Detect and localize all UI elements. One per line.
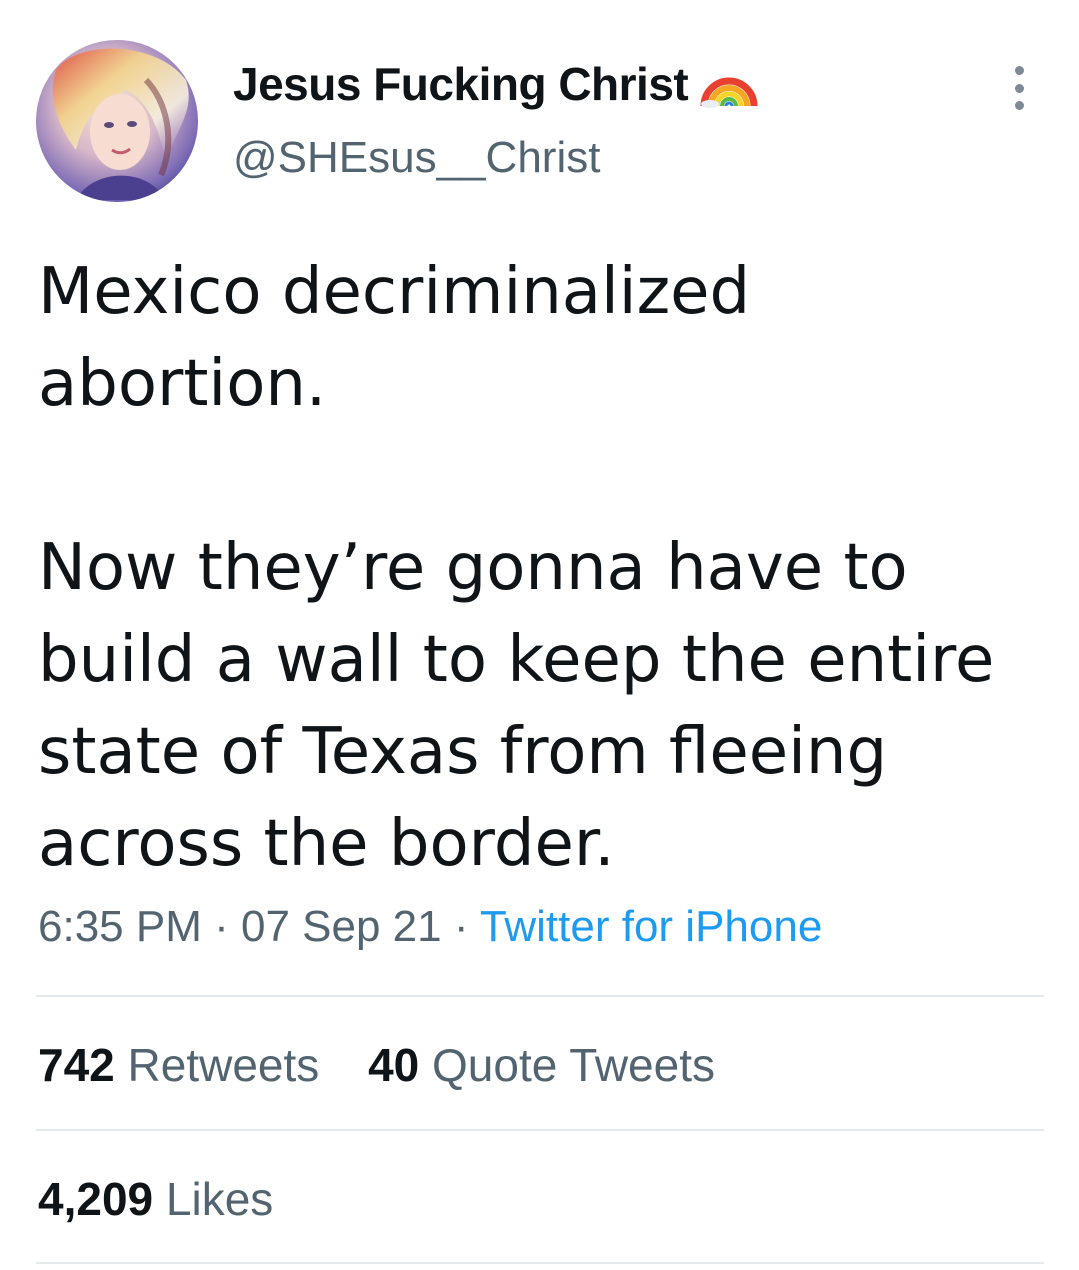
rainbow-icon: [700, 60, 758, 108]
engagement-stats: 742 Retweets 40 Quote Tweets: [38, 1038, 715, 1092]
meta-separator: ·: [201, 902, 241, 951]
divider: [36, 995, 1044, 997]
retweets-count: 742: [38, 1039, 115, 1091]
tweet-date[interactable]: 07 Sep 21: [241, 902, 442, 951]
quote-tweets-count: 40: [368, 1039, 420, 1091]
tweet-text-line: Mexico decriminalized: [38, 255, 751, 329]
tweet-meta: 6:35 PM · 07 Sep 21 · Twitter for iPhone: [38, 902, 822, 952]
avatar-illustration: [36, 40, 198, 202]
tweet-container: Jesus Fucking Christ @SHEsus__Christ Mex…: [0, 0, 1079, 1270]
tweet-text: Mexico decriminalized abortion. Now they…: [38, 246, 1048, 890]
tweet-text-line: abortion.: [38, 347, 327, 421]
quote-tweets-stat[interactable]: 40 Quote Tweets: [368, 1039, 715, 1091]
likes-label: Likes: [165, 1173, 274, 1225]
tweet-text-line: build a wall to keep the entire: [38, 623, 995, 697]
tweet-source-link[interactable]: Twitter for iPhone: [480, 902, 822, 951]
divider: [36, 1129, 1044, 1131]
retweets-label: Retweets: [127, 1039, 320, 1091]
display-name-row[interactable]: Jesus Fucking Christ: [233, 56, 758, 112]
retweets-stat[interactable]: 742 Retweets: [38, 1039, 319, 1091]
display-name[interactable]: Jesus Fucking Christ: [233, 57, 689, 111]
more-options-icon[interactable]: [1004, 66, 1034, 110]
tweet-text-line: Now they’re gonna have to: [38, 531, 908, 605]
divider: [36, 1262, 1044, 1264]
likes-stat[interactable]: 4,209 Likes: [38, 1172, 273, 1226]
avatar[interactable]: [36, 40, 198, 202]
tweet-time[interactable]: 6:35 PM: [38, 902, 202, 951]
quote-tweets-label: Quote Tweets: [432, 1039, 716, 1091]
tweet-text-line: across the border.: [38, 807, 615, 881]
tweet-text-line: state of Texas from fleeing: [38, 715, 888, 789]
meta-separator: ·: [441, 902, 480, 951]
likes-count: 4,209: [38, 1173, 154, 1225]
user-handle[interactable]: @SHEsus__Christ: [233, 133, 600, 183]
